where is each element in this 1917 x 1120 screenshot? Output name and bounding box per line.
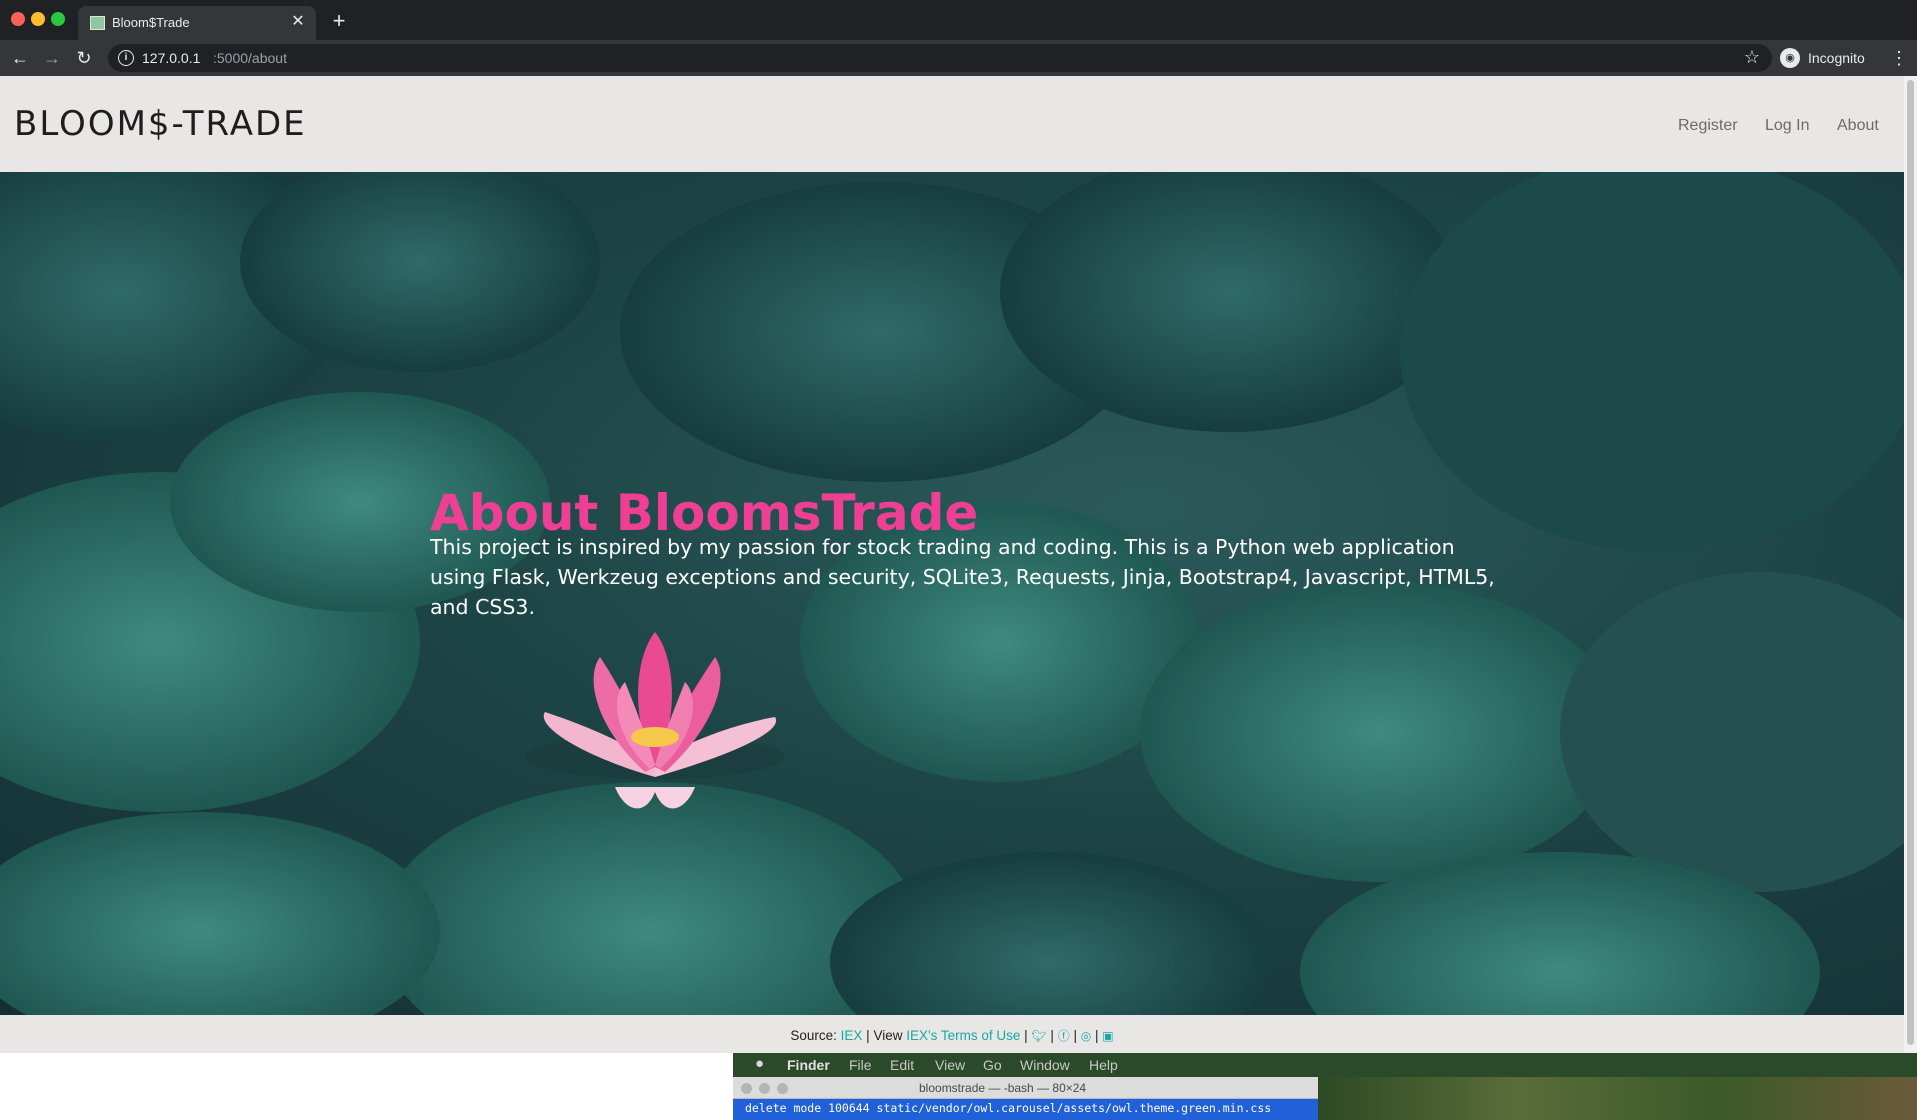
desktop-wallpaper-image: [1318, 1077, 1917, 1120]
facebook-icon[interactable]: ⓕ: [1058, 1029, 1070, 1043]
nav-about-link[interactable]: About: [1837, 117, 1879, 135]
twitter-icon[interactable]: 🐦︎: [1031, 1029, 1046, 1043]
bookmark-star-icon[interactable]: ☆: [1744, 47, 1760, 68]
url-host: 127.0.0.1: [142, 50, 201, 66]
desktop-background-area: [0, 1053, 733, 1120]
terminal-output-line: delete mode 100644 static/vendor/owl.car…: [733, 1099, 1318, 1120]
site-brand-logo[interactable]: BLOOM$-TRADE: [14, 104, 307, 144]
reload-icon[interactable]: ↻: [72, 46, 96, 70]
browser-toolbar: ← → ↻ i 127.0.0.1 :5000/about ☆ ◉ Incogn…: [0, 40, 1917, 76]
instagram-icon[interactable]: ◎: [1081, 1029, 1091, 1043]
about-description: This project is inspired by my passion f…: [430, 535, 1495, 619]
footer-separator: |: [1095, 1028, 1099, 1043]
url-path: :5000/about: [213, 50, 287, 66]
footer-view-label: View: [873, 1028, 903, 1043]
tab-title: Bloom$Trade: [112, 15, 190, 30]
page-viewport: BLOOM$-TRADE Register Log In About About…: [0, 76, 1904, 1053]
footer-separator: |: [866, 1028, 870, 1043]
nav-register-link[interactable]: Register: [1678, 117, 1738, 135]
footer-separator: |: [1024, 1028, 1028, 1043]
new-tab-button[interactable]: +: [326, 8, 352, 34]
back-arrow-icon[interactable]: ←: [8, 46, 32, 70]
terminal-zoom-button[interactable]: [777, 1083, 788, 1094]
page-scrollbar[interactable]: [1904, 76, 1917, 1053]
window-minimize-button[interactable]: [31, 12, 45, 26]
browser-menu-icon[interactable]: ⋮: [1890, 46, 1908, 70]
menu-window[interactable]: Window: [1020, 1057, 1070, 1073]
hero-section: About BloomsTrade This project is inspir…: [0, 172, 1904, 1015]
site-info-icon[interactable]: i: [118, 50, 134, 66]
menu-view[interactable]: View: [935, 1057, 965, 1073]
macos-menu-bar: ● Finder File Edit View Go Window Help: [733, 1053, 1917, 1077]
tab-close-icon[interactable]: ✕: [288, 12, 308, 32]
browser-tab-bar: Bloom$Trade ✕ +: [0, 0, 1917, 40]
menu-finder[interactable]: Finder: [787, 1057, 830, 1073]
incognito-icon: ◉: [1780, 48, 1800, 68]
incognito-label: Incognito: [1808, 50, 1865, 66]
menu-edit[interactable]: Edit: [890, 1057, 914, 1073]
site-footer: Source: IEX | View IEX's Terms of Use | …: [0, 1015, 1904, 1053]
iex-terms-link[interactable]: IEX's Terms of Use: [906, 1028, 1020, 1043]
menu-go[interactable]: Go: [983, 1057, 1002, 1073]
nav-login-link[interactable]: Log In: [1765, 117, 1809, 135]
forward-arrow-icon[interactable]: →: [40, 46, 64, 70]
apple-menu-icon[interactable]: ●: [755, 1055, 764, 1072]
favicon-icon: [90, 16, 105, 30]
menu-file[interactable]: File: [849, 1057, 872, 1073]
address-bar[interactable]: i 127.0.0.1 :5000/about ☆: [108, 44, 1772, 72]
lotus-flower-image: [525, 632, 785, 809]
footer-separator: |: [1050, 1028, 1054, 1043]
linkedin-icon[interactable]: ▣: [1102, 1029, 1113, 1043]
site-header: BLOOM$-TRADE Register Log In About: [0, 76, 1904, 172]
terminal-close-button[interactable]: [741, 1083, 752, 1094]
iex-source-link[interactable]: IEX: [841, 1028, 863, 1043]
browser-tab[interactable]: Bloom$Trade ✕: [78, 6, 316, 40]
window-close-button[interactable]: [11, 12, 25, 26]
footer-source-label: Source:: [790, 1028, 837, 1043]
footer-separator: |: [1073, 1028, 1077, 1043]
terminal-minimize-button[interactable]: [759, 1083, 770, 1094]
menu-help[interactable]: Help: [1089, 1057, 1118, 1073]
terminal-title: bloomstrade — -bash — 80×24: [919, 1081, 1087, 1095]
scrollbar-thumb[interactable]: [1907, 80, 1914, 1045]
terminal-window[interactable]: bloomstrade — -bash — 80×24 delete mode …: [733, 1077, 1318, 1120]
window-zoom-button[interactable]: [51, 12, 65, 26]
terminal-titlebar[interactable]: bloomstrade — -bash — 80×24: [733, 1077, 1318, 1099]
